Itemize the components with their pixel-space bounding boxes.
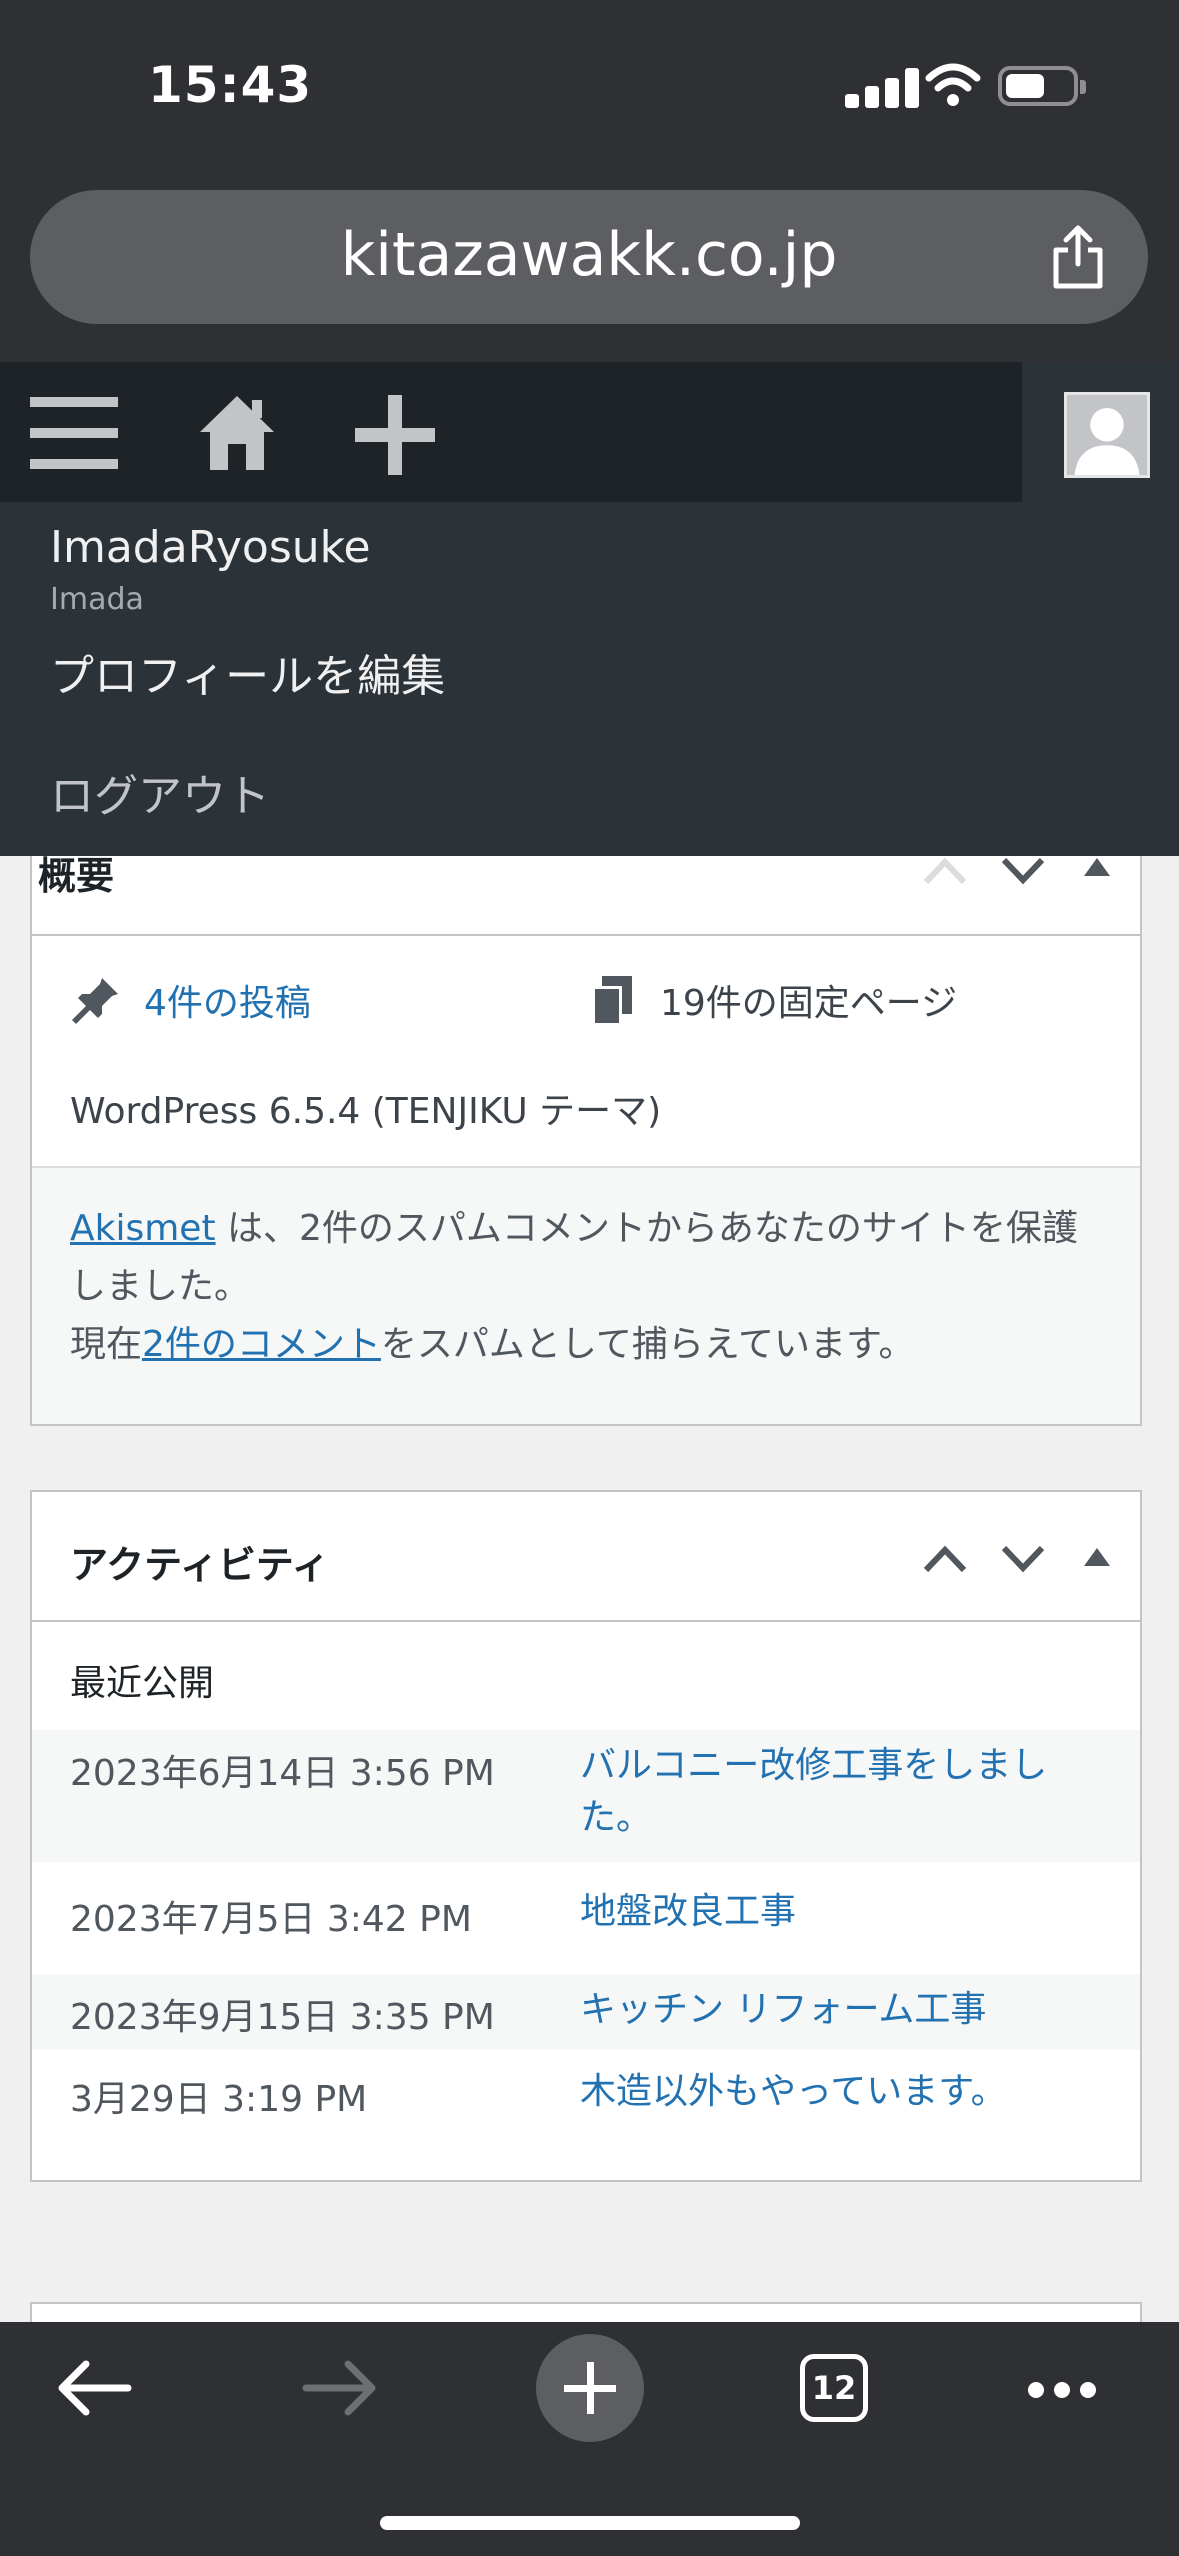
activity-row: 2023年7月5日 3:42 PM 地盤改良工事 <box>32 1862 1140 1958</box>
move-up-icon[interactable] <box>920 850 970 890</box>
move-up-icon[interactable] <box>920 1538 970 1578</box>
back-arrow-icon[interactable] <box>56 2360 132 2416</box>
new-tab-button[interactable] <box>536 2334 644 2442</box>
activity-date: 2023年6月14日 3:56 PM <box>70 1753 495 1794</box>
akismet-text-2: しました。 <box>70 1266 251 1307</box>
pages-count[interactable]: 19件の固定ページ <box>660 974 957 1026</box>
plus-icon[interactable] <box>355 395 435 475</box>
activity-post-title-line1[interactable]: バルコニー改修工事をしまし <box>580 1745 1047 1786</box>
cellular-signal-icon <box>845 66 925 108</box>
more-options-icon[interactable] <box>1026 2380 1098 2400</box>
toggle-panel-icon[interactable] <box>1080 852 1114 882</box>
recently-published-heading: 最近公開 <box>70 1663 215 1704</box>
activity-post-link[interactable]: キッチン リフォーム工事 <box>580 1984 1100 2036</box>
glance-title: 概要 <box>38 854 115 898</box>
activity-post-link[interactable]: バルコニー改修工事をしまし た。 <box>580 1740 1100 1844</box>
status-time: 15:43 <box>148 56 313 114</box>
activity-date: 2023年9月15日 3:35 PM <box>70 1997 495 2038</box>
menu-icon[interactable] <box>30 395 118 471</box>
activity-date: 3月29日 3:19 PM <box>70 2079 368 2120</box>
activity-post-title-line2[interactable]: た。 <box>580 1797 652 1838</box>
akismet-link[interactable]: Akismet <box>70 1208 216 1249</box>
wp-version: WordPress 6.5.4 (TENJIKU テーマ) <box>70 1091 662 1132</box>
forward-arrow-icon[interactable] <box>302 2360 378 2416</box>
akismet-text-3b: をスパムとして捕らえています。 <box>380 1324 915 1365</box>
avatar-placeholder-icon <box>1074 408 1140 475</box>
glance-header-divider <box>32 934 1140 936</box>
akismet-text-1: は、2件のスパムコメントからあなたのサイトを保護 <box>215 1208 1078 1249</box>
user-username: Imada <box>50 582 144 617</box>
plus-icon <box>564 2362 616 2414</box>
toggle-panel-icon[interactable] <box>1080 1542 1114 1572</box>
tab-switcher-button[interactable]: 12 <box>800 2354 868 2422</box>
activity-row: 2023年6月14日 3:56 PM バルコニー改修工事をしまし た。 <box>32 1730 1140 1862</box>
home-icon[interactable] <box>198 392 276 472</box>
akismet-text-3a: 現在 <box>70 1324 143 1365</box>
wifi-icon <box>925 63 981 106</box>
move-down-icon[interactable] <box>998 850 1048 890</box>
activity-date: 2023年7月5日 3:42 PM <box>70 1899 472 1940</box>
logout-link[interactable]: ログアウト <box>50 760 270 824</box>
battery-icon <box>998 66 1086 106</box>
move-down-icon[interactable] <box>998 1538 1048 1578</box>
activity-row: 3月29日 3:19 PM 木造以外もやっています。 <box>32 2050 1140 2146</box>
address-bar[interactable]: kitazawakk.co.jp <box>30 190 1148 324</box>
url-text: kitazawakk.co.jp <box>340 220 838 290</box>
activity-post-link[interactable]: 木造以外もやっています。 <box>580 2066 1100 2118</box>
akismet-box: Akismet は、2件のスパムコメントからあなたのサイトを保護 しました。 現… <box>32 1166 1140 1424</box>
home-indicator <box>380 2516 800 2530</box>
avatar[interactable] <box>1064 392 1150 478</box>
pages-icon <box>592 976 632 1026</box>
pin-icon <box>72 978 118 1024</box>
share-icon[interactable] <box>1048 224 1108 290</box>
activity-postbox: アクティビティ 最近公開 2023年6月14日 3:56 PM バルコニー改修工… <box>30 1490 1142 2182</box>
activity-header: アクティビティ <box>32 1492 1140 1622</box>
edit-profile-link[interactable]: プロフィールを編集 <box>50 640 445 704</box>
spam-comments-link[interactable]: 2件のコメント <box>142 1324 381 1365</box>
activity-post-link[interactable]: 地盤改良工事 <box>580 1886 1100 1938</box>
activity-title: アクティビティ <box>70 1543 330 1587</box>
wp-admin-bar <box>0 362 1179 502</box>
activity-row: 2023年9月15日 3:35 PM キッチン リフォーム工事 <box>32 1974 1140 2050</box>
user-display-name[interactable]: ImadaRyosuke <box>50 522 371 573</box>
posts-count-link[interactable]: 4件の投稿 <box>144 974 311 1026</box>
